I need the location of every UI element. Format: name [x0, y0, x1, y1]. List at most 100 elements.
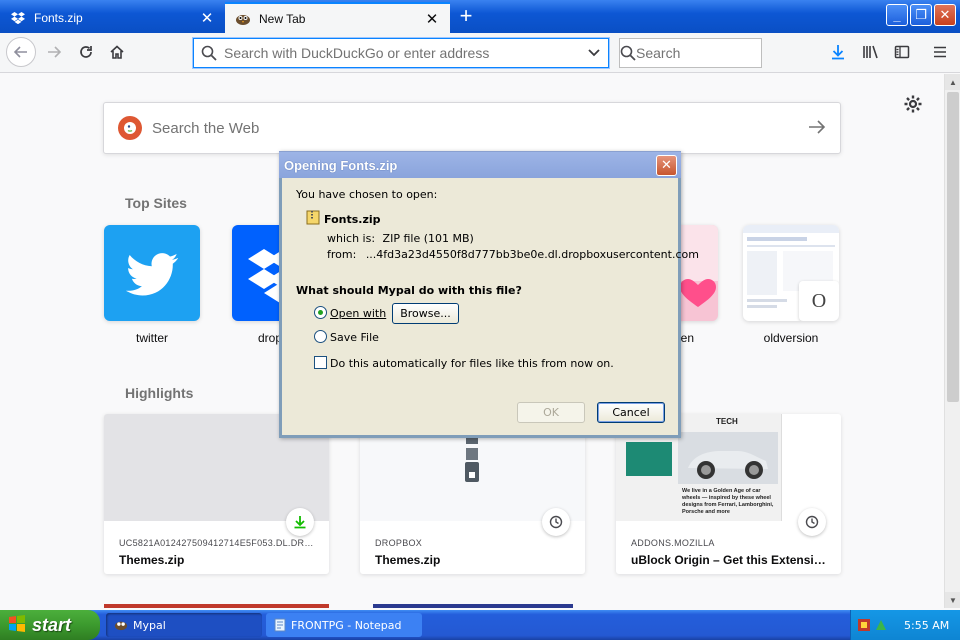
file-type-value: ZIP file (101 MB) [382, 232, 474, 245]
file-type-row: which is: ZIP file (101 MB) [327, 232, 474, 245]
mypal-icon [235, 11, 251, 27]
scroll-down-icon[interactable]: ▼ [945, 592, 960, 608]
arrow-right-icon[interactable] [808, 119, 826, 138]
home-button[interactable] [103, 38, 131, 66]
duckduckgo-icon [118, 116, 142, 140]
taskbar-item-notepad[interactable]: FRONTPG - Notepad [266, 613, 422, 637]
windows-taskbar: start Mypal FRONTPG - Notepad 5:55 AM [0, 610, 960, 640]
start-label: start [32, 614, 72, 635]
windows-logo-icon [8, 614, 26, 637]
reload-icon [80, 46, 92, 58]
file-source-value: ...4fd3a23d4550f8d777bb3be0e.dl.dropboxu… [365, 248, 699, 261]
from-label: from: [327, 248, 357, 261]
file-source-row: from: ...4fd3a23d4550f8d777bb3be0e.dl.dr… [327, 248, 699, 261]
search-input[interactable] [636, 45, 817, 61]
zip-file-icon [306, 210, 320, 228]
hamburger-menu-icon [934, 46, 946, 58]
search-bar[interactable] [619, 38, 817, 68]
highlight-card[interactable]: UC5821A012427509412714E5F053.DL.DRO... T… [104, 414, 329, 574]
which-is-label: which is: [327, 232, 376, 245]
open-with-label: Open with [330, 307, 387, 320]
file-name: Fonts.zip [324, 213, 381, 226]
sidebar-button[interactable] [888, 38, 916, 66]
download-icon [832, 45, 844, 60]
search-icon [194, 45, 224, 61]
forward-button[interactable] [40, 38, 68, 66]
highlights-heading: Highlights [125, 385, 194, 401]
card-source: ADDONS.MOZILLA [631, 538, 715, 548]
downloads-button[interactable] [824, 38, 852, 66]
tab-new-tab[interactable]: New Tab ✕ [225, 2, 450, 33]
highlight-card[interactable]: TECH We live in a Golden Age of car whee… [616, 414, 841, 574]
clock: 5:55 AM [904, 618, 950, 632]
address-bar[interactable] [193, 38, 609, 68]
thumbnail [626, 442, 672, 476]
dialog-body: You have chosen to open: Fonts.zip which… [282, 178, 699, 423]
home-icon [110, 45, 124, 59]
tray-app-icon[interactable] [857, 618, 871, 632]
chevron-down-icon[interactable] [580, 48, 608, 58]
auto-checkbox[interactable] [314, 356, 327, 369]
tile-letter: O [799, 281, 839, 321]
web-search-input[interactable] [152, 119, 808, 137]
ok-button[interactable]: OK [517, 402, 585, 423]
tab-label: New Tab [259, 11, 306, 26]
save-file-label: Save File [330, 331, 379, 344]
navigation-toolbar [0, 33, 960, 73]
auto-option[interactable]: Do this automatically for files like thi… [314, 356, 614, 370]
new-tab-button[interactable]: + [453, 5, 479, 29]
tile-label: oldversion [763, 331, 819, 345]
highlight-card-partial [373, 604, 573, 608]
start-button[interactable]: start [0, 610, 100, 640]
card-source: DROPBOX [375, 538, 423, 548]
auto-label: Do this automatically for files like thi… [330, 357, 614, 370]
tray-network-icon[interactable] [874, 618, 888, 632]
web-search-box[interactable] [103, 102, 841, 154]
cancel-button[interactable]: Cancel [597, 402, 665, 423]
task-label: FRONTPG - Notepad [291, 618, 402, 632]
card-title: uBlock Origin – Get this Extensio... [631, 553, 826, 567]
library-icon [863, 45, 878, 59]
forward-arrow-icon [48, 46, 62, 58]
maximize-button[interactable]: ❐ [910, 4, 932, 26]
save-file-option[interactable]: Save File [314, 330, 379, 344]
close-window-button[interactable]: ✕ [934, 4, 956, 26]
dialog-intro: You have chosen to open: [296, 188, 438, 201]
library-button[interactable] [857, 38, 885, 66]
dialog-question: What should Mypal do with this file? [296, 284, 522, 297]
download-icon [286, 508, 314, 536]
dialog-close-button[interactable]: ✕ [656, 154, 677, 176]
taskbar-item-mypal[interactable]: Mypal [106, 613, 262, 637]
tab-close-icon[interactable]: ✕ [424, 11, 440, 28]
back-arrow-icon [13, 46, 27, 58]
vertical-scrollbar[interactable]: ▲ ▼ [944, 74, 960, 608]
window-controls: _ ❐ ✕ [886, 4, 956, 26]
back-button[interactable] [6, 37, 36, 67]
clock-icon [798, 508, 826, 536]
menu-button[interactable] [926, 38, 954, 66]
mypal-icon [114, 619, 128, 631]
file-row: Fonts.zip [306, 210, 381, 228]
twitter-icon [104, 225, 200, 321]
task-label: Mypal [133, 618, 166, 632]
tab-strip: Fonts.zip ✕ New Tab ✕ + _ ❐ ✕ [0, 0, 960, 33]
tab-fonts-zip[interactable]: Fonts.zip ✕ [0, 2, 225, 33]
card-source: UC5821A012427509412714E5F053.DL.DRO... [119, 538, 314, 548]
top-site-twitter[interactable]: twitter [104, 225, 200, 345]
save-file-radio[interactable] [314, 330, 327, 343]
tab-label: Fonts.zip [34, 10, 83, 25]
scrollbar-thumb[interactable] [947, 92, 959, 402]
top-site-oldversion[interactable]: O oldversion [743, 225, 839, 345]
open-with-option[interactable]: Open with [314, 306, 386, 320]
highlight-card[interactable]: DROPBOX Themes.zip [360, 414, 585, 574]
address-input[interactable] [224, 45, 580, 61]
open-with-radio[interactable] [314, 306, 327, 319]
car-image [678, 432, 778, 484]
minimize-button[interactable]: _ [886, 4, 908, 26]
tab-close-icon[interactable]: ✕ [199, 10, 215, 27]
reload-button[interactable] [72, 38, 100, 66]
browse-button[interactable]: Browse... [392, 303, 459, 324]
system-tray: 5:55 AM [850, 610, 960, 640]
scroll-up-icon[interactable]: ▲ [945, 74, 960, 90]
gear-icon[interactable] [903, 94, 923, 114]
